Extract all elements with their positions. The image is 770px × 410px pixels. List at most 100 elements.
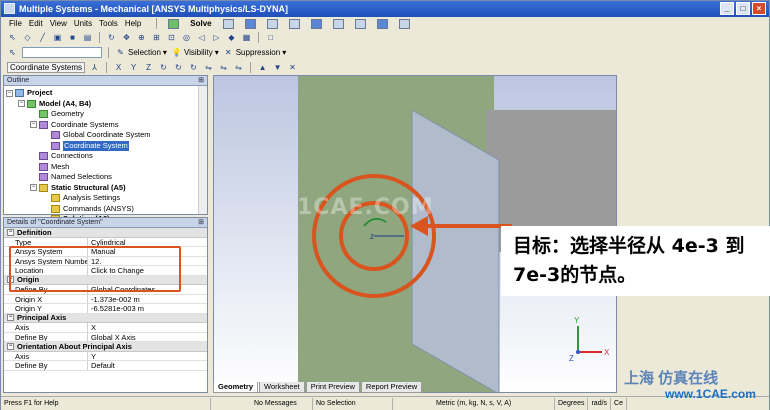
move-down-icon[interactable]: ▼ [272,62,283,73]
translate-x-icon[interactable]: X [113,62,124,73]
zoom-icon[interactable]: ⊕ [136,32,147,43]
pan-icon[interactable]: ✥ [121,32,132,43]
tree-item[interactable]: Analysis Settings [6,193,207,204]
viewport-layout-icon[interactable]: □ [265,32,276,43]
collapse-icon[interactable]: − [7,314,14,322]
tree-item[interactable]: − Coordinate Systems [6,120,207,131]
image-capture-icon[interactable] [288,18,300,29]
tree-item[interactable]: Coordinate System [6,140,207,151]
details-value[interactable]: Cylindrical [88,238,126,247]
status-rate-units[interactable]: rad/s [588,397,612,410]
next-view-icon[interactable]: ▷ [211,32,222,43]
tree-item[interactable]: Geometry [6,109,207,120]
translate-z-icon[interactable]: Z [143,62,154,73]
outline-scrollbar[interactable] [198,86,207,214]
flip-y-icon[interactable]: ⇋ [218,62,229,73]
rotate-z-icon[interactable]: ↻ [188,62,199,73]
collapse-icon[interactable]: − [7,342,14,350]
tree-item[interactable]: − Project [6,88,207,99]
menu-units[interactable]: Units [74,19,92,28]
suppression-dropdown[interactable]: ✕ Suppression ▾ [223,47,286,58]
details-section-header[interactable]: − Principal Axis [4,313,207,323]
details-row[interactable]: Define By Default [4,361,207,371]
rotate-y-icon[interactable]: ↻ [173,62,184,73]
tree-item[interactable]: Global Coordinate System [6,130,207,141]
tree-item[interactable]: Mesh [6,162,207,173]
details-value[interactable]: Default [88,361,115,370]
add-coordinate-system-icon[interactable]: ⅄ [89,62,100,73]
tree-item[interactable]: − Model (A4, B4) [6,99,207,110]
flip-z-icon[interactable]: ⇋ [233,62,244,73]
details-row[interactable]: Axis X [4,323,207,333]
tree-item[interactable]: Named Selections [6,172,207,183]
pointer-icon[interactable]: ⇖ [7,32,18,43]
body-select-icon[interactable]: ■ [67,32,78,43]
tree-item[interactable]: Commands (ANSYS) [6,204,207,215]
named-selection-combo[interactable] [22,46,102,58]
collapse-icon[interactable]: − [7,228,14,236]
menu-view[interactable]: View [50,19,67,28]
menu-edit[interactable]: Edit [29,19,43,28]
details-value[interactable]: -1.373e-002 m [88,295,140,304]
vertex-select-icon[interactable]: ◇ [22,32,33,43]
help-icon[interactable] [354,18,366,29]
status-messages[interactable]: No Messages [251,397,313,410]
tree-item[interactable]: − Static Structural (A5) [6,183,207,194]
details-row[interactable]: Axis Y [4,351,207,361]
details-section-header[interactable]: − Orientation About Principal Axis [4,342,207,352]
ruler-icon[interactable] [376,18,388,29]
zoom-to-fit-icon[interactable]: ⊡ [166,32,177,43]
select-mode-icon[interactable]: ⇖ [7,47,18,58]
solve-button[interactable]: Solve [190,19,211,28]
delete-transform-icon[interactable]: ✕ [287,62,298,73]
menu-tools[interactable]: Tools [99,19,118,28]
status-temp-units[interactable]: Ce [611,397,627,410]
close-button[interactable]: × [752,2,766,15]
edge-select-icon[interactable]: ╱ [37,32,48,43]
collapse-icon[interactable]: − [30,121,37,129]
flip-x-icon[interactable]: ⇋ [203,62,214,73]
menu-help[interactable]: Help [125,19,141,28]
translate-y-icon[interactable]: Y [128,62,139,73]
collapse-icon[interactable]: − [30,184,37,192]
details-value[interactable]: X [88,323,96,332]
tree-item[interactable]: Connections [6,151,207,162]
new-analysis-icon[interactable] [222,18,234,29]
report-icon[interactable] [332,18,344,29]
menu-file[interactable]: File [9,19,22,28]
details-value[interactable]: -6.5281e-003 m [88,304,144,313]
move-up-icon[interactable]: ▲ [257,62,268,73]
pin-icon[interactable]: ⊞ [198,218,204,228]
tab-worksheet[interactable]: Worksheet [259,382,305,393]
previous-view-icon[interactable]: ◁ [196,32,207,43]
status-angle-units[interactable]: Degrees [555,397,589,410]
set-view-icon[interactable]: ▦ [241,32,252,43]
details-value[interactable]: Y [88,352,96,361]
isometric-view-icon[interactable]: ◆ [226,32,237,43]
worksheet-icon[interactable] [266,18,278,29]
minimize-button[interactable]: _ [720,2,734,15]
rotate-icon[interactable]: ↻ [106,32,117,43]
details-row[interactable]: Origin X -1.373e-002 m [4,294,207,304]
legend-icon[interactable] [398,18,410,29]
extend-selection-icon[interactable]: ▤ [82,32,93,43]
face-select-icon[interactable]: ▣ [52,32,63,43]
rotate-x-icon[interactable]: ↻ [158,62,169,73]
maximize-button[interactable]: □ [736,2,750,15]
show-errors-icon[interactable] [244,18,256,29]
status-units[interactable]: Metric (m, kg, N, s, V, A) [433,397,555,410]
collapse-icon[interactable]: − [18,100,25,108]
box-zoom-icon[interactable]: ⊞ [151,32,162,43]
pin-icon[interactable]: ⊞ [198,76,204,86]
tab-geometry[interactable]: Geometry [213,382,259,393]
selection-dropdown[interactable]: ✎ Selection ▾ [115,47,167,58]
solve-icon[interactable] [168,18,180,29]
visibility-dropdown[interactable]: 💡 Visibility ▾ [171,47,218,58]
tab-print-preview[interactable]: Print Preview [305,382,360,393]
selection-info-icon[interactable] [310,18,322,29]
tab-report-preview[interactable]: Report Preview [360,382,423,393]
collapse-icon[interactable]: − [6,89,13,97]
details-value[interactable]: Global X Axis [88,333,136,342]
details-section-header[interactable]: − Definition [4,228,207,238]
magnifier-icon[interactable]: ◎ [181,32,192,43]
